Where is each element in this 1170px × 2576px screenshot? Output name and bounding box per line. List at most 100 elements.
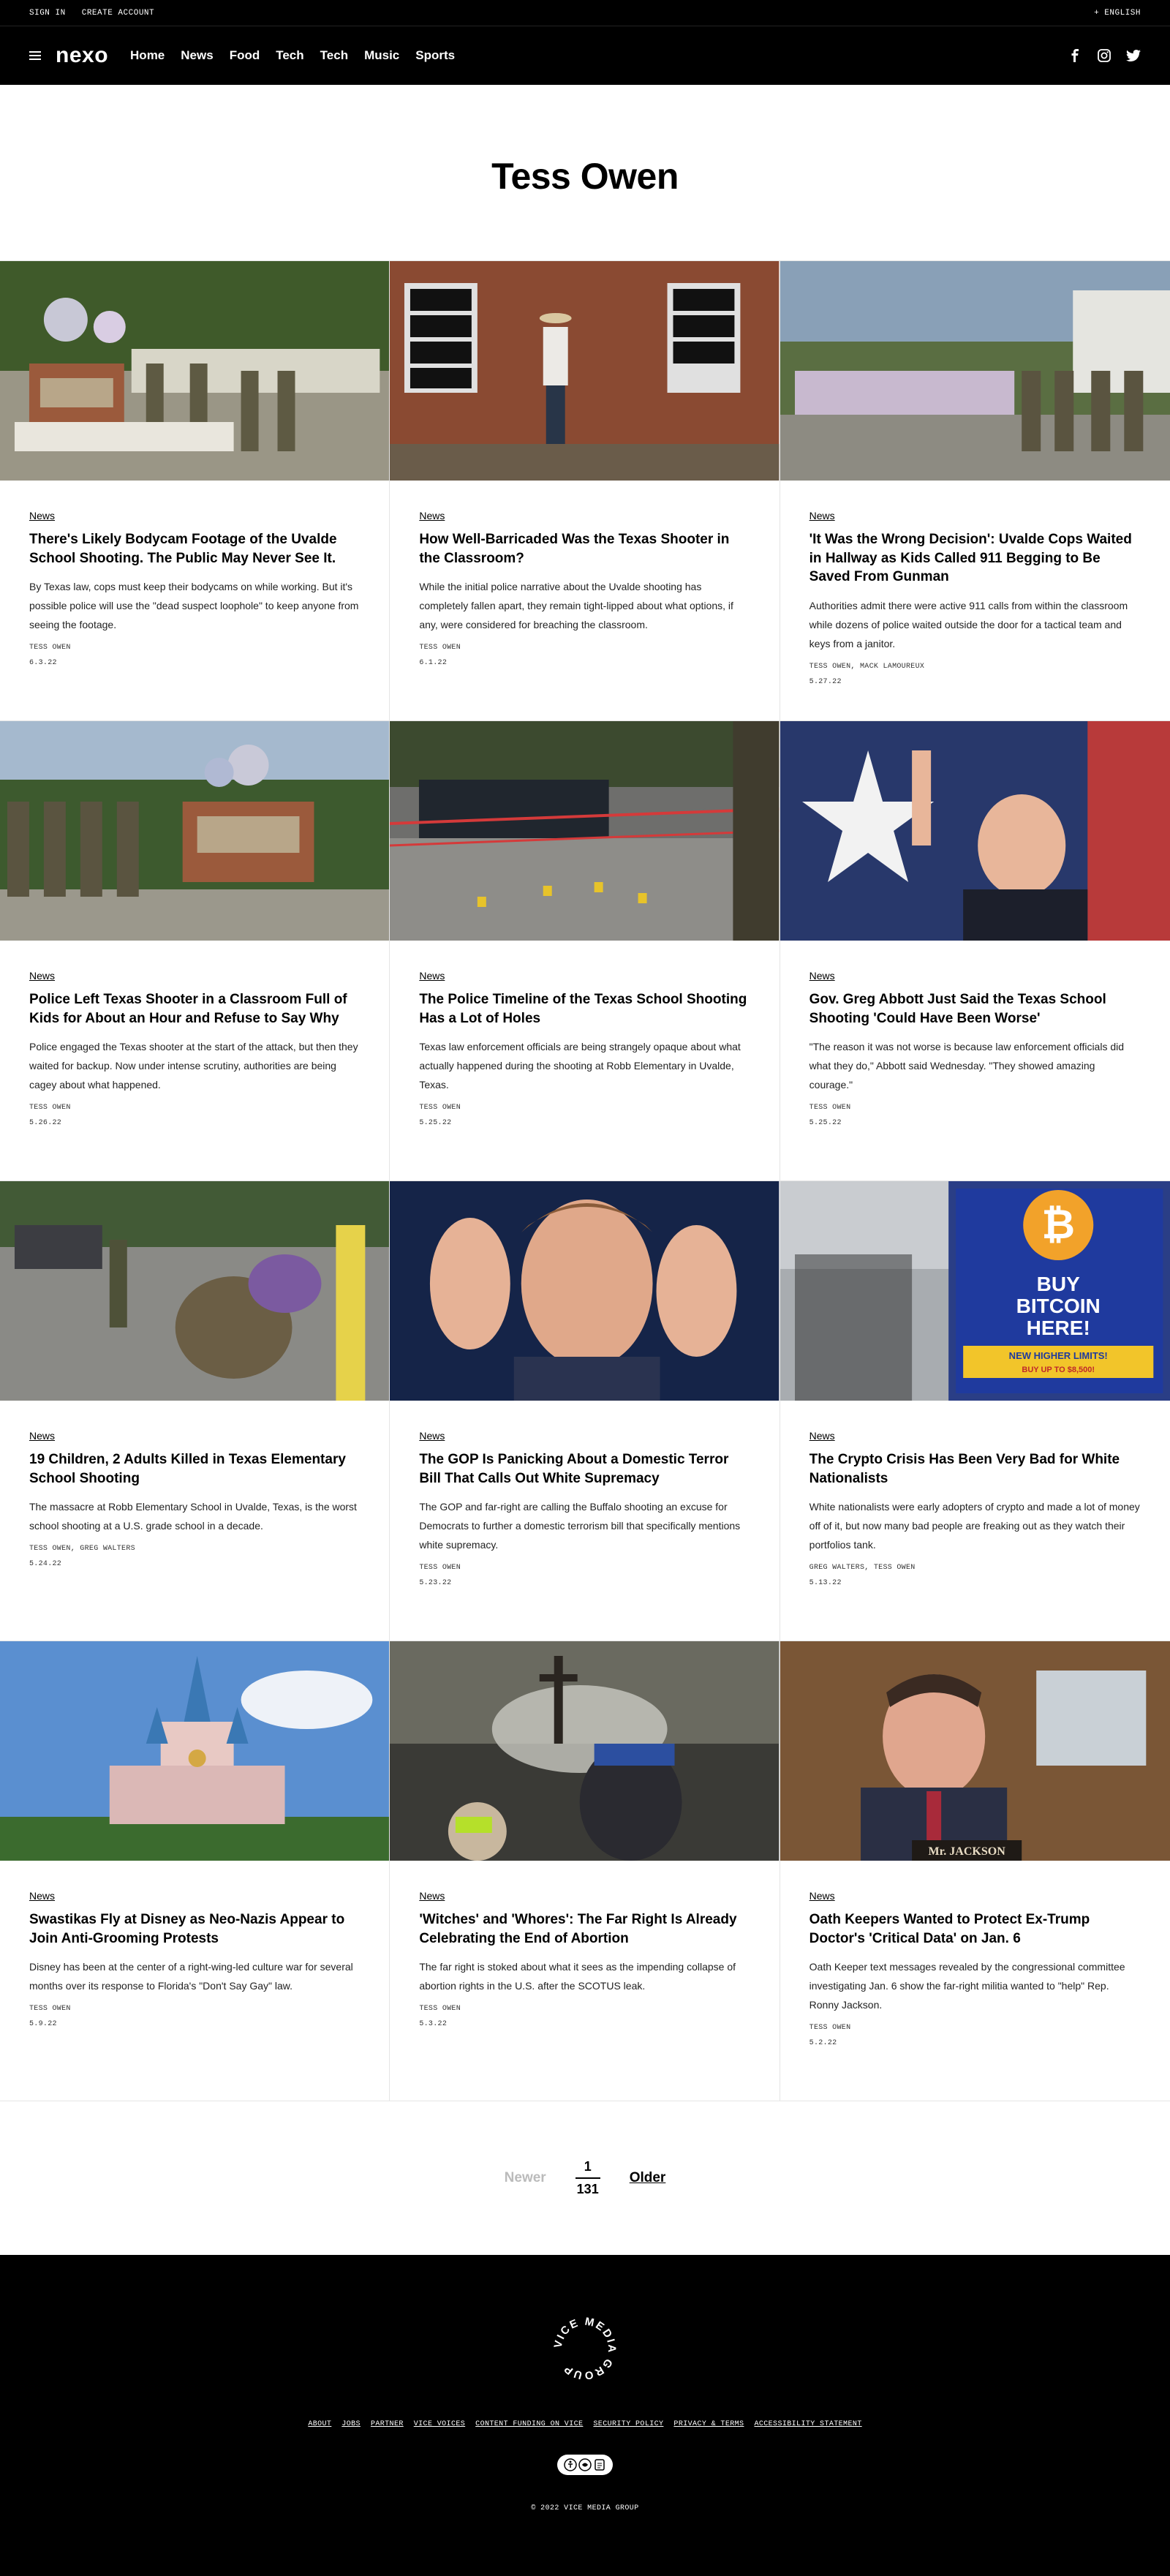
- utility-bar: SIGN IN CREATE ACCOUNT + ENGLISH: [0, 0, 1170, 26]
- sign-in-link[interactable]: SIGN IN: [29, 9, 66, 18]
- article-byline[interactable]: TESS OWEN: [419, 2005, 750, 2013]
- footer-link-content-funding[interactable]: CONTENT FUNDING ON VICE: [475, 2420, 583, 2428]
- footer: VICE MEDIA GROUP ABOUT JOBS PARTNER VICE…: [0, 2255, 1170, 2576]
- article-card[interactable]: News The Police Timeline of the Texas Sc…: [390, 721, 780, 1181]
- article-image[interactable]: [0, 1181, 390, 1401]
- article-image[interactable]: [780, 721, 1170, 941]
- vice-media-group-logo[interactable]: VICE MEDIA GROUP: [550, 2313, 620, 2384]
- article-section[interactable]: News: [419, 970, 445, 982]
- menu-icon[interactable]: [29, 51, 41, 60]
- total-pages: 131: [576, 2182, 599, 2196]
- article-card[interactable]: News 'Witches' and 'Whores': The Far Rig…: [390, 1641, 780, 2101]
- article-image[interactable]: [0, 1641, 390, 1861]
- article-title[interactable]: 19 Children, 2 Adults Killed in Texas El…: [29, 1450, 360, 1488]
- article-card[interactable]: ₿ BUY BITCOIN HERE! NEW HIGHER LIMITS! B…: [780, 1181, 1170, 1641]
- article-title[interactable]: Police Left Texas Shooter in a Classroom…: [29, 990, 360, 1028]
- article-title[interactable]: Swastikas Fly at Disney as Neo-Nazis App…: [29, 1910, 360, 1948]
- article-image[interactable]: [780, 261, 1170, 481]
- bitcoin-sign-line2: BITCOIN: [1016, 1295, 1100, 1317]
- article-title[interactable]: 'Witches' and 'Whores': The Far Right Is…: [419, 1910, 750, 1948]
- article-card[interactable]: Mr. JACKSON News Oath Keepers Wanted to …: [780, 1641, 1170, 2101]
- article-date: 5.3.22: [419, 2020, 448, 2029]
- footer-link-security-policy[interactable]: SECURITY POLICY: [593, 2420, 663, 2428]
- article-title[interactable]: Oath Keepers Wanted to Protect Ex-Trump …: [809, 1910, 1141, 1948]
- article-image[interactable]: [390, 721, 780, 941]
- article-byline[interactable]: TESS OWEN: [29, 2005, 360, 2013]
- article-image[interactable]: [390, 1181, 780, 1401]
- bitcoin-sign-line3: HERE!: [1026, 1317, 1090, 1339]
- article-card[interactable]: News The GOP Is Panicking About a Domest…: [390, 1181, 780, 1641]
- language-selector[interactable]: + ENGLISH: [1094, 9, 1141, 18]
- article-image[interactable]: Mr. JACKSON: [780, 1641, 1170, 1861]
- article-image[interactable]: [0, 721, 390, 941]
- nav-link-tech-2[interactable]: Tech: [320, 48, 348, 63]
- article-title[interactable]: The GOP Is Panicking About a Domestic Te…: [419, 1450, 750, 1488]
- article-section[interactable]: News: [809, 1890, 835, 1902]
- article-title[interactable]: The Crypto Crisis Has Been Very Bad for …: [809, 1450, 1141, 1488]
- article-byline[interactable]: TESS OWEN: [419, 644, 750, 652]
- article-section[interactable]: News: [29, 510, 55, 521]
- article-byline[interactable]: TESS OWEN: [29, 1104, 360, 1112]
- nav-link-food[interactable]: Food: [230, 48, 260, 63]
- article-title[interactable]: The Police Timeline of the Texas School …: [419, 990, 750, 1028]
- facebook-icon[interactable]: [1068, 48, 1082, 63]
- article-card[interactable]: News Swastikas Fly at Disney as Neo-Nazi…: [0, 1641, 390, 2101]
- article-section[interactable]: News: [29, 1430, 55, 1442]
- article-date: 5.2.22: [809, 2038, 837, 2047]
- article-card[interactable]: News Police Left Texas Shooter in a Clas…: [0, 721, 390, 1181]
- article-section[interactable]: News: [419, 510, 445, 521]
- article-section[interactable]: News: [809, 1430, 835, 1442]
- article-title[interactable]: There's Likely Bodycam Footage of the Uv…: [29, 530, 360, 568]
- site-logo[interactable]: nexo: [56, 43, 108, 68]
- article-image[interactable]: [390, 261, 780, 481]
- instagram-icon[interactable]: [1097, 48, 1112, 63]
- article-byline[interactable]: TESS OWEN, MACK LAMOUREUX: [809, 663, 1141, 671]
- bitcoin-banner-line2: BUY UP TO $8,500!: [1022, 1366, 1095, 1374]
- page-header: Tess Owen: [0, 85, 1170, 260]
- article-title[interactable]: How Well-Barricaded Was the Texas Shoote…: [419, 530, 750, 568]
- article-section[interactable]: News: [419, 1430, 445, 1442]
- article-card[interactable]: News 'It Was the Wrong Decision': Uvalde…: [780, 261, 1170, 721]
- footer-link-jobs[interactable]: JOBS: [341, 2420, 361, 2428]
- article-title[interactable]: 'It Was the Wrong Decision': Uvalde Cops…: [809, 530, 1141, 587]
- svg-text:₿: ₿: [1041, 1201, 1075, 1247]
- article-image[interactable]: [0, 261, 390, 481]
- footer-link-vice-voices[interactable]: VICE VOICES: [414, 2420, 465, 2428]
- article-byline[interactable]: TESS OWEN: [809, 2024, 1141, 2032]
- article-section[interactable]: News: [29, 1890, 55, 1902]
- footer-link-about[interactable]: ABOUT: [308, 2420, 331, 2428]
- article-byline[interactable]: TESS OWEN, GREG WALTERS: [29, 1545, 360, 1553]
- article-image[interactable]: ₿ BUY BITCOIN HERE! NEW HIGHER LIMITS! B…: [780, 1181, 1170, 1401]
- footer-link-privacy-terms[interactable]: PRIVACY & TERMS: [673, 2420, 744, 2428]
- article-byline[interactable]: GREG WALTERS, TESS OWEN: [809, 1564, 1141, 1572]
- twitter-icon[interactable]: [1126, 48, 1141, 63]
- article-section[interactable]: News: [809, 510, 835, 521]
- article-card[interactable]: News How Well-Barricaded Was the Texas S…: [390, 261, 780, 721]
- footer-link-partner[interactable]: PARTNER: [371, 2420, 404, 2428]
- nav-link-sports[interactable]: Sports: [415, 48, 455, 63]
- article-image[interactable]: [390, 1641, 780, 1861]
- accessibility-icon[interactable]: [557, 2455, 613, 2475]
- article-section[interactable]: News: [29, 970, 55, 982]
- older-link[interactable]: Older: [630, 2170, 666, 2186]
- nav-link-tech[interactable]: Tech: [276, 48, 303, 63]
- page-indicator: 1 131: [575, 2159, 600, 2197]
- article-byline[interactable]: TESS OWEN: [419, 1104, 750, 1112]
- create-account-link[interactable]: CREATE ACCOUNT: [82, 9, 154, 18]
- nav-link-home[interactable]: Home: [130, 48, 165, 63]
- article-card[interactable]: News 19 Children, 2 Adults Killed in Tex…: [0, 1181, 390, 1641]
- newer-link[interactable]: Newer: [505, 2170, 546, 2186]
- article-title[interactable]: Gov. Greg Abbott Just Said the Texas Sch…: [809, 990, 1141, 1028]
- article-card[interactable]: News Gov. Greg Abbott Just Said the Texa…: [780, 721, 1170, 1181]
- article-card[interactable]: News There's Likely Bodycam Footage of t…: [0, 261, 390, 721]
- article-byline[interactable]: TESS OWEN: [809, 1104, 1141, 1112]
- article-byline[interactable]: TESS OWEN: [29, 644, 360, 652]
- footer-links: ABOUT JOBS PARTNER VICE VOICES CONTENT F…: [308, 2420, 861, 2428]
- article-section[interactable]: News: [419, 1890, 445, 1902]
- nav-link-music[interactable]: Music: [364, 48, 399, 63]
- footer-link-accessibility[interactable]: ACCESSIBILITY STATEMENT: [754, 2420, 861, 2428]
- article-byline[interactable]: TESS OWEN: [419, 1564, 750, 1572]
- nav-link-news[interactable]: News: [181, 48, 213, 63]
- article-section[interactable]: News: [809, 970, 835, 982]
- article-date: 5.27.22: [809, 677, 842, 686]
